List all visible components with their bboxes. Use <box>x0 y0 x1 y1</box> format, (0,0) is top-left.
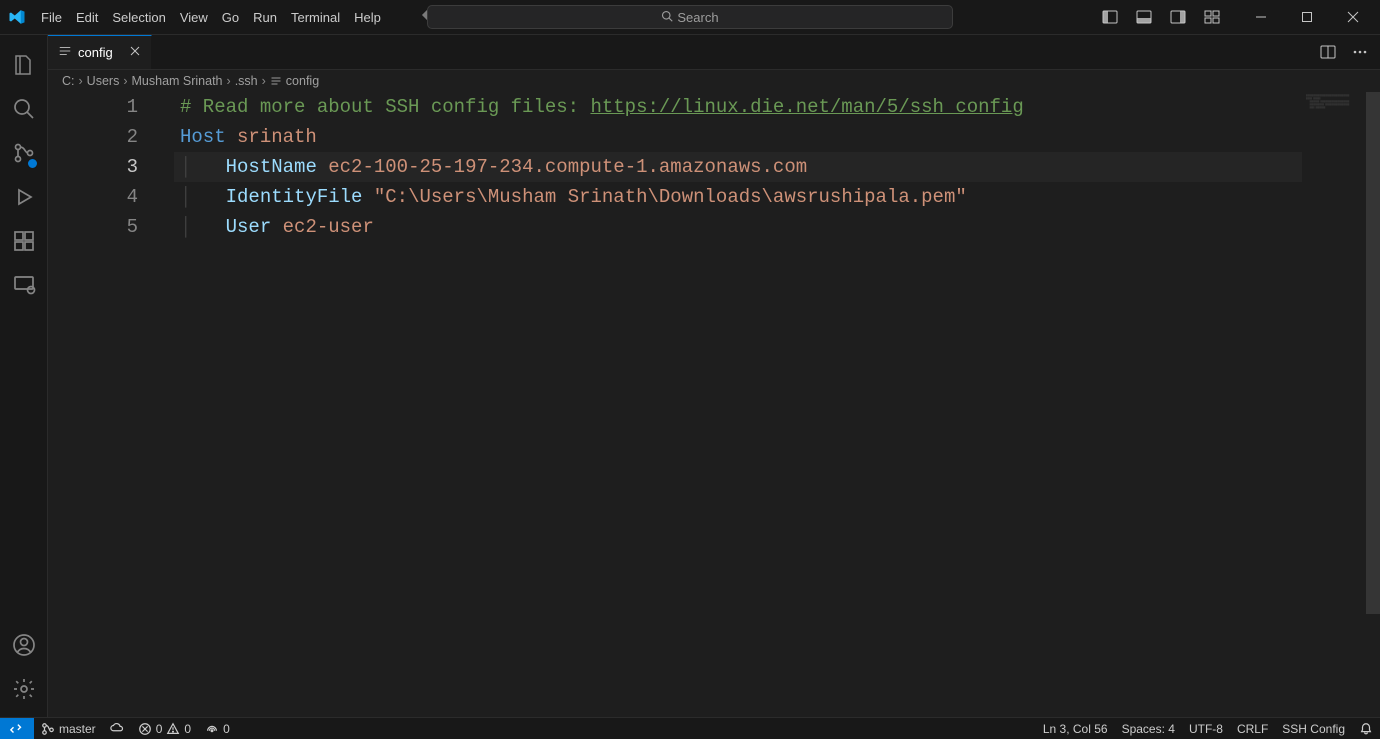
activity-run-debug-icon[interactable] <box>0 175 48 219</box>
language-mode-status[interactable]: SSH Config <box>1275 718 1352 739</box>
cursor-position-status[interactable]: Ln 3, Col 56 <box>1036 718 1115 739</box>
breadcrumb-person[interactable]: Musham Srinath <box>132 74 223 88</box>
minimap[interactable]: ████████████████████████████████████████… <box>1304 92 1366 132</box>
breadcrumb[interactable]: C: › Users › Musham Srinath › .ssh › con… <box>48 70 1380 92</box>
menu-file[interactable]: File <box>34 0 69 34</box>
window-minimize-button[interactable] <box>1238 0 1284 35</box>
menu-edit[interactable]: Edit <box>69 0 105 34</box>
layout-panel-icon[interactable] <box>1130 3 1158 31</box>
customize-layout-icon[interactable] <box>1198 3 1226 31</box>
file-icon <box>58 44 72 61</box>
tab-close-button[interactable] <box>129 45 141 60</box>
link: https://linux.die.net/man/5/ssh_config <box>590 96 1023 118</box>
problems-status[interactable]: 0 0 <box>131 718 198 739</box>
code-line[interactable]: │ HostName ec2-100-25-197-234.compute-1.… <box>174 152 1302 182</box>
menu-help[interactable]: Help <box>347 0 388 34</box>
split-editor-icon[interactable] <box>1314 38 1342 66</box>
search-input[interactable]: Search <box>427 5 953 29</box>
editor[interactable]: 12345 # Read more about SSH config files… <box>48 92 1380 717</box>
line-number: 5 <box>48 212 164 242</box>
indentation-status[interactable]: Spaces: 4 <box>1115 718 1182 739</box>
code-line[interactable]: │ User ec2-user <box>180 212 1302 242</box>
vscode-logo <box>0 8 34 26</box>
window-maximize-button[interactable] <box>1284 0 1330 35</box>
notifications-icon[interactable] <box>1352 718 1380 739</box>
branch-label: master <box>59 722 96 736</box>
search-icon <box>661 10 673 25</box>
line-number: 3 <box>48 152 164 182</box>
git-branch-status[interactable]: master <box>34 718 103 739</box>
tab-config[interactable]: config <box>48 35 152 69</box>
activity-settings-icon[interactable] <box>0 667 48 711</box>
line-number: 1 <box>48 92 164 122</box>
line-number: 2 <box>48 122 164 152</box>
chevron-right-icon: › <box>227 74 231 88</box>
menu-selection[interactable]: Selection <box>105 0 172 34</box>
chevron-right-icon: › <box>79 74 83 88</box>
more-actions-icon[interactable] <box>1346 38 1374 66</box>
activity-source-control-icon[interactable] <box>0 131 48 175</box>
search-placeholder: Search <box>677 10 718 25</box>
menu-view[interactable]: View <box>173 0 215 34</box>
remote-indicator-button[interactable] <box>0 718 34 739</box>
activity-remote-explorer-icon[interactable] <box>0 263 48 307</box>
tab-label: config <box>78 45 113 60</box>
activity-extensions-icon[interactable] <box>0 219 48 263</box>
breadcrumb-file[interactable]: config <box>286 74 319 88</box>
code-line[interactable]: # Read more about SSH config files: http… <box>180 92 1302 122</box>
menu-terminal[interactable]: Terminal <box>284 0 347 34</box>
cloud-sync-icon[interactable] <box>103 718 131 739</box>
menu-run[interactable]: Run <box>246 0 284 34</box>
breadcrumb-drive[interactable]: C: <box>62 74 75 88</box>
line-number: 4 <box>48 182 164 212</box>
encoding-status[interactable]: UTF-8 <box>1182 718 1230 739</box>
breadcrumb-ssh[interactable]: .ssh <box>235 74 258 88</box>
code-line[interactable]: │ IdentityFile "C:\Users\Musham Srinath\… <box>180 182 1302 212</box>
layout-sidebar-left-icon[interactable] <box>1096 3 1124 31</box>
vertical-scrollbar-thumb[interactable] <box>1366 92 1380 614</box>
menu-go[interactable]: Go <box>215 0 246 34</box>
window-close-button[interactable] <box>1330 0 1376 35</box>
activity-explorer-icon[interactable] <box>0 43 48 87</box>
code-line[interactable]: Host srinath <box>180 122 1302 152</box>
activity-search-icon[interactable] <box>0 87 48 131</box>
chevron-right-icon: › <box>262 74 266 88</box>
activity-accounts-icon[interactable] <box>0 623 48 667</box>
source-control-pending-badge <box>27 158 38 169</box>
eol-status[interactable]: CRLF <box>1230 718 1275 739</box>
layout-sidebar-right-icon[interactable] <box>1164 3 1192 31</box>
ports-status[interactable]: 0 <box>198 718 237 739</box>
chevron-right-icon: › <box>123 74 127 88</box>
breadcrumb-users[interactable]: Users <box>87 74 120 88</box>
